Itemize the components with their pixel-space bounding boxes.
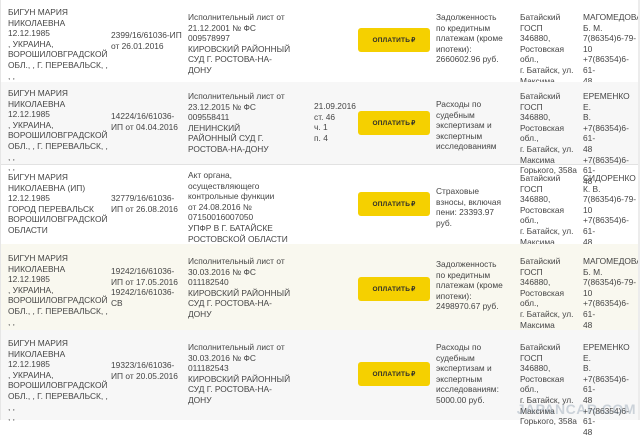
- ruble-icon: ₽: [411, 285, 415, 293]
- pay-button-label: ОПЛАТИТЬ: [373, 37, 411, 44]
- left-border: [0, 0, 1, 420]
- pay-button[interactable]: ОПЛАТИТЬ₽: [358, 28, 430, 52]
- table-row: БИГУН МАРИЯ НИКОЛАЕВНА 12.12.1985 , УКРА…: [0, 0, 640, 83]
- debtor-cell: БИГУН МАРИЯ НИКОЛАЕВНА 12.12.1985 , УКРА…: [8, 253, 108, 338]
- proceeding-cell: 2399/16/61036-ИП от 26.01.2016: [111, 30, 187, 51]
- document-cell: Исполнительный лист от 23.12.2015 № ФС 0…: [188, 91, 312, 155]
- ruble-icon: ₽: [411, 370, 415, 378]
- subject-cell: Страховые взносы, включая пени: 23393.97…: [436, 186, 516, 228]
- document-cell: Акт органа, осуществляющего контрольные …: [188, 170, 312, 244]
- ruble-icon: ₽: [411, 200, 415, 208]
- pay-button-label: ОПЛАТИТЬ: [373, 201, 411, 208]
- pay-button-label: ОПЛАТИТЬ: [373, 286, 411, 293]
- document-cell: Исполнительный лист от 30.03.2016 № ФС 0…: [188, 342, 312, 406]
- bailiff-cell: ЕРЕМЕНКО Е. В. +7(86354)6-61- 48 +7(8635…: [583, 342, 639, 437]
- table-row: БИГУН МАРИЯ НИКОЛАЕВНА 12.12.1985 , УКРА…: [0, 82, 640, 165]
- table-row: БИГУН МАРИЯ НИКОЛАЕВНА (ИП) 12.12.1985 Г…: [0, 164, 640, 245]
- document-cell: Исполнительный лист от 21.12.2001 № ФС 0…: [188, 12, 312, 76]
- debtor-cell: БИГУН МАРИЯ НИКОЛАЕВНА (ИП) 12.12.1985 Г…: [8, 172, 108, 236]
- table-row: БИГУН МАРИЯ НИКОЛАЕВНА 12.12.1985 , УКРА…: [0, 244, 640, 331]
- bailiff-cell: МАГОМЕДОВА Б. М. 7(86354)6-79- 10 +7(863…: [583, 12, 639, 86]
- subject-cell: Расходы по судебным экспертизам и экспер…: [436, 342, 516, 406]
- proceeding-cell: 19323/16/61036- ИП от 20.05.2016: [111, 360, 187, 381]
- department-cell: Батайский ГОСП 346880, Ростовская обл., …: [520, 256, 580, 341]
- proceeding-cell: 32779/16/61036- ИП от 26.08.2016: [111, 193, 187, 214]
- debtor-cell: БИГУН МАРИЯ НИКОЛАЕВНА 12.12.1985 , УКРА…: [8, 338, 108, 423]
- site-watermark: JAPANCAR.COM: [517, 401, 636, 417]
- pay-button[interactable]: ОПЛАТИТЬ₽: [358, 362, 430, 386]
- debtor-cell: БИГУН МАРИЯ НИКОЛАЕВНА 12.12.1985 , УКРА…: [8, 88, 108, 173]
- ruble-icon: ₽: [411, 119, 415, 127]
- debtor-cell: БИГУН МАРИЯ НИКОЛАЕВНА 12.12.1985 , УКРА…: [8, 7, 108, 92]
- subject-cell: Задолженность по кредитным платежам (кро…: [436, 259, 516, 312]
- pay-button-label: ОПЛАТИТЬ: [373, 120, 411, 127]
- end-reason-cell: 21.09.2016 ст. 46 ч. 1 п. 4: [314, 101, 360, 143]
- pay-button[interactable]: ОПЛАТИТЬ₽: [358, 277, 430, 301]
- proceeding-cell: 14224/16/61036- ИП от 04.04.2016: [111, 111, 187, 132]
- proceeding-cell: 19242/16/61036- ИП от 17.05.2016 19242/1…: [111, 266, 187, 308]
- subject-cell: Расходы по судебным экспертизам и экспер…: [436, 99, 516, 152]
- bailiff-cell: МАГОМЕДОВА Б. М. 7(86354)6-79- 10 +7(863…: [583, 256, 639, 330]
- document-cell: Исполнительный лист от 30.03.2016 № ФС 0…: [188, 256, 312, 320]
- pay-button[interactable]: ОПЛАТИТЬ₽: [358, 192, 430, 216]
- bailiff-cell: СИДОРЕНКО К. В. 7(86354)6-79- 10 +7(8635…: [583, 173, 639, 247]
- pay-button-label: ОПЛАТИТЬ: [373, 371, 411, 378]
- ruble-icon: ₽: [411, 36, 415, 44]
- pay-button[interactable]: ОПЛАТИТЬ₽: [358, 111, 430, 135]
- subject-cell: Задолженность по кредитным платежам (кро…: [436, 12, 516, 65]
